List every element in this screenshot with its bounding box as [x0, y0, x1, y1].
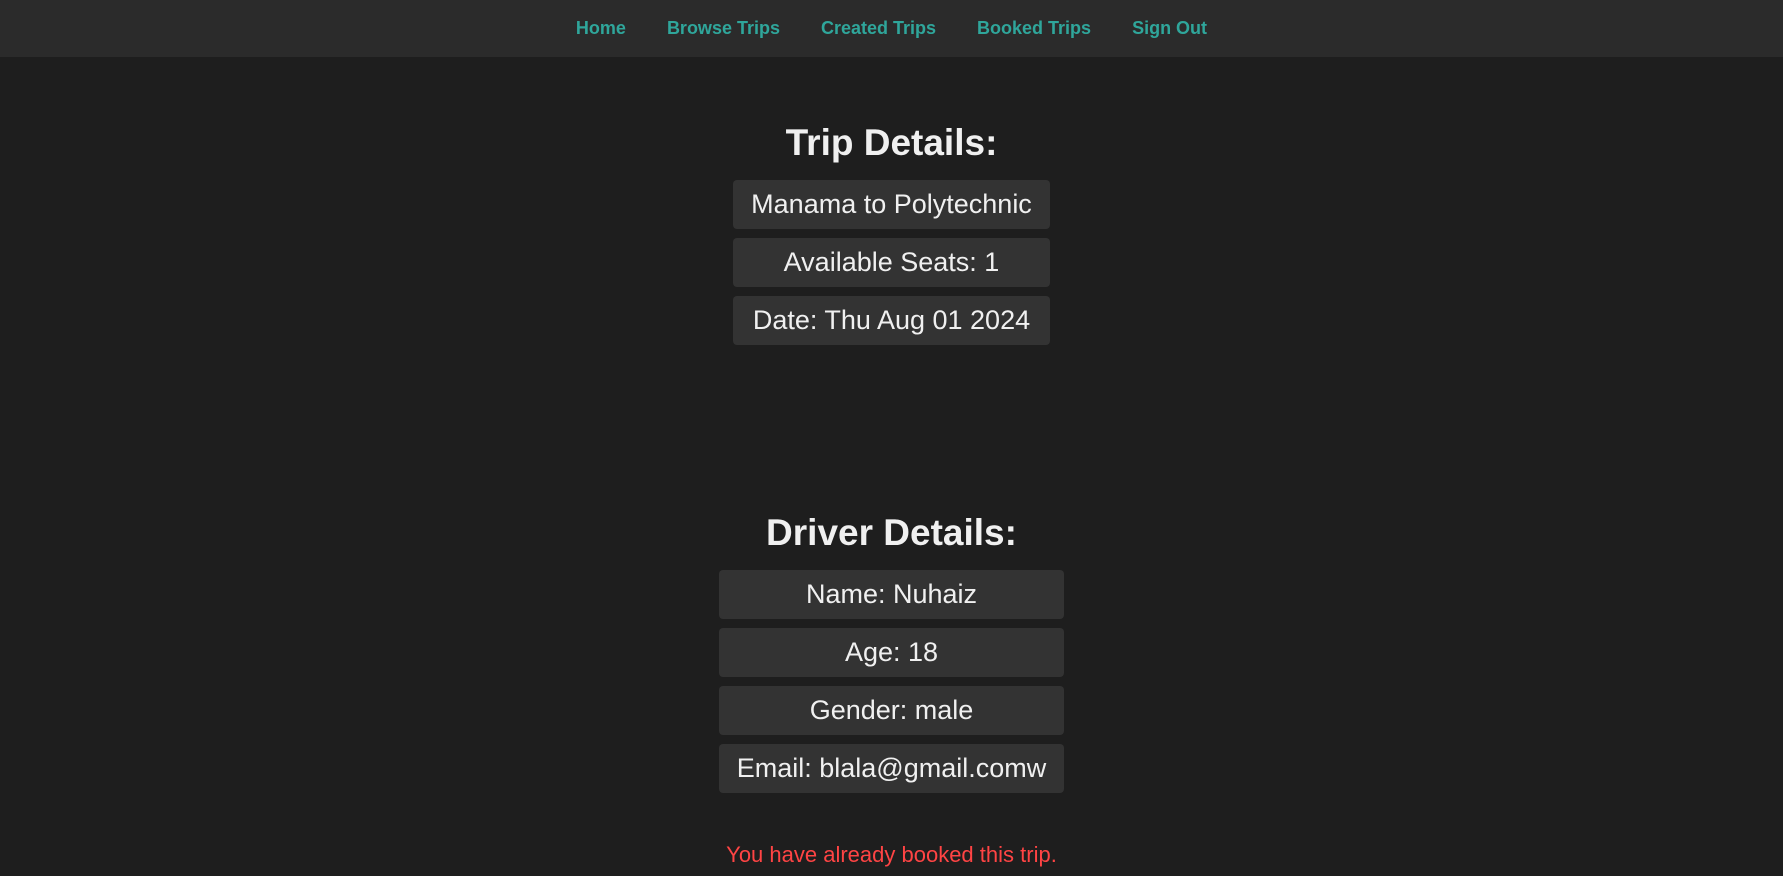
trip-details-list: Manama to Polytechnic Available Seats: 1… [733, 180, 1050, 354]
driver-age: Age: 18 [718, 628, 1065, 677]
driver-email: Email: blala@gmail.comw [718, 744, 1065, 793]
trip-details-section: Trip Details: Manama to Polytechnic Avai… [0, 118, 1783, 354]
nav-created-trips-link[interactable]: Created Trips [821, 18, 936, 39]
already-booked-message: You have already booked this trip. [726, 842, 1057, 867]
driver-details-title: Driver Details: [766, 512, 1017, 553]
nav-home-link[interactable]: Home [576, 18, 626, 39]
driver-details-list: Name: Nuhaiz Age: 18 Gender: male Email:… [718, 570, 1065, 802]
trip-available-seats: Available Seats: 1 [733, 238, 1050, 287]
nav-browse-trips-link[interactable]: Browse Trips [667, 18, 780, 39]
trip-route: Manama to Polytechnic [733, 180, 1050, 229]
driver-details-section: Driver Details: Name: Nuhaiz Age: 18 Gen… [0, 508, 1783, 802]
driver-gender: Gender: male [718, 686, 1065, 735]
nav-sign-out-link[interactable]: Sign Out [1132, 18, 1207, 39]
trip-date: Date: Thu Aug 01 2024 [733, 296, 1050, 345]
driver-name: Name: Nuhaiz [718, 570, 1065, 619]
top-navbar: Home Browse Trips Created Trips Booked T… [0, 0, 1783, 57]
trip-details-title: Trip Details: [785, 122, 998, 163]
nav-booked-trips-link[interactable]: Booked Trips [977, 18, 1091, 39]
